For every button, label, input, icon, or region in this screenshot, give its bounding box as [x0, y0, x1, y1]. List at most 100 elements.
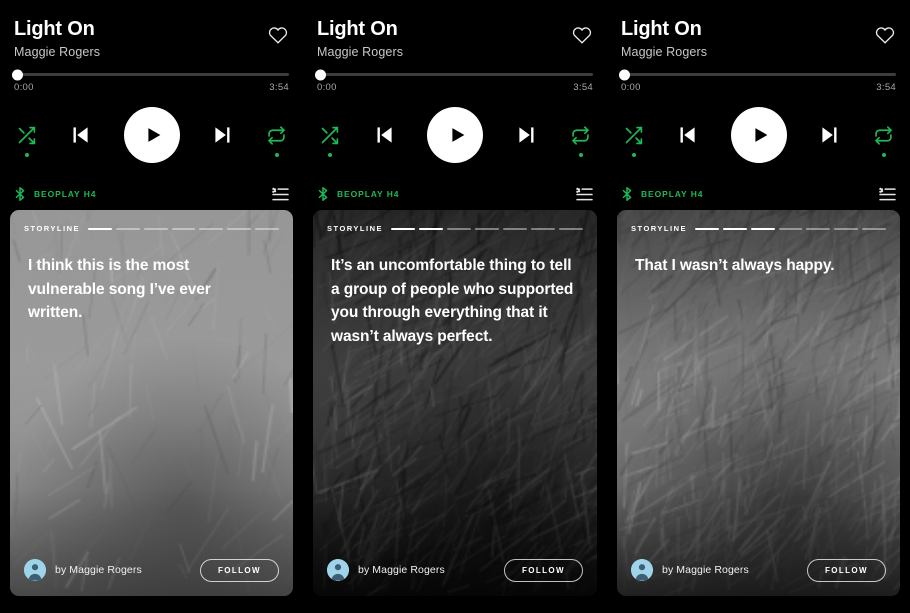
shuffle-button[interactable]: [319, 125, 340, 146]
storyline-segment[interactable]: [144, 228, 168, 230]
storyline-segment-bar[interactable]: [391, 228, 583, 230]
connected-device[interactable]: BEOPLAY H4: [621, 186, 703, 202]
storyline-segment[interactable]: [199, 228, 223, 230]
storyline-segment[interactable]: [475, 228, 499, 230]
follow-button[interactable]: FOLLOW: [200, 559, 279, 582]
heart-outline-icon[interactable]: [571, 24, 593, 46]
storyline-card[interactable]: STORYLINE It’s an uncomfortable thing to…: [313, 210, 597, 596]
previous-track-icon: [674, 122, 700, 148]
elapsed-time: 0:00: [14, 82, 34, 93]
storyline-label: STORYLINE: [24, 224, 80, 233]
storyline-segment[interactable]: [723, 228, 747, 230]
storyline-segment[interactable]: [751, 228, 775, 230]
storyline-segment[interactable]: [172, 228, 196, 230]
now-playing-player: Light On Maggie Rogers 0:00 3:54: [607, 0, 910, 204]
play-button[interactable]: [731, 107, 787, 163]
storyline-segment-bar[interactable]: [695, 228, 886, 230]
follow-button[interactable]: FOLLOW: [504, 559, 583, 582]
phone-screen-2: Light On Maggie Rogers 0:00 3:54: [303, 0, 607, 613]
playback-progress-bar[interactable]: 0:00 3:54: [317, 73, 593, 93]
heart-outline-icon[interactable]: [874, 24, 896, 46]
now-playing-player: Light On Maggie Rogers 0:00 3:54: [303, 0, 607, 204]
follow-button[interactable]: FOLLOW: [807, 559, 886, 582]
previous-track-button[interactable]: [674, 122, 700, 148]
device-name: BEOPLAY H4: [641, 189, 703, 199]
repeat-button[interactable]: [873, 125, 894, 146]
avatar-silhouette-icon: [631, 559, 653, 581]
device-row: BEOPLAY H4: [317, 184, 593, 204]
repeat-button[interactable]: [570, 125, 591, 146]
progress-knob[interactable]: [619, 69, 630, 80]
shuffle-button[interactable]: [623, 125, 644, 146]
playback-progress-bar[interactable]: 0:00 3:54: [14, 73, 289, 93]
queue-button[interactable]: [576, 187, 593, 202]
storyline-segment[interactable]: [531, 228, 555, 230]
next-track-icon: [817, 122, 843, 148]
track-title: Light On: [621, 18, 896, 40]
next-track-icon: [514, 122, 540, 148]
storyline-quote: I think this is the most vulnerable song…: [10, 254, 293, 325]
connected-device[interactable]: BEOPLAY H4: [14, 186, 96, 202]
phone-screen-1: Light On Maggie Rogers 0:00 3:54: [0, 0, 303, 613]
user-avatar-icon: [24, 559, 46, 581]
user-avatar-icon: [327, 559, 349, 581]
storyline-segment[interactable]: [391, 228, 415, 230]
playback-progress-bar[interactable]: 0:00 3:54: [621, 73, 896, 93]
progress-knob[interactable]: [12, 69, 23, 80]
progress-track[interactable]: [621, 73, 896, 76]
repeat-active-dot: [579, 153, 583, 157]
author-byline: by Maggie Rogers: [358, 564, 445, 576]
queue-button[interactable]: [879, 187, 896, 202]
storyline-card[interactable]: STORYLINE That I wasn’t always happy. by…: [617, 210, 900, 596]
transport-controls: [317, 106, 593, 164]
storyline-segment[interactable]: [779, 228, 803, 230]
shuffle-active-dot: [632, 153, 636, 157]
progress-times: 0:00 3:54: [14, 82, 289, 93]
storyline-segment[interactable]: [834, 228, 858, 230]
queue-button[interactable]: [272, 187, 289, 202]
connected-device[interactable]: BEOPLAY H4: [317, 186, 399, 202]
storyline-label: STORYLINE: [631, 224, 687, 233]
storyline-segment[interactable]: [806, 228, 830, 230]
next-track-button[interactable]: [817, 122, 843, 148]
storyline-segment[interactable]: [255, 228, 279, 230]
storyline-footer: by Maggie Rogers FOLLOW: [313, 544, 597, 596]
storyline-card[interactable]: STORYLINE I think this is the most vulne…: [10, 210, 293, 596]
shuffle-icon: [16, 125, 37, 146]
play-button[interactable]: [427, 107, 483, 163]
bluetooth-icon: [621, 186, 633, 202]
storyline-segment[interactable]: [419, 228, 443, 230]
storyline-segment[interactable]: [447, 228, 471, 230]
repeat-icon: [570, 125, 591, 146]
next-track-button[interactable]: [210, 122, 236, 148]
storyline-segment[interactable]: [116, 228, 140, 230]
progress-track[interactable]: [317, 73, 593, 76]
device-row: BEOPLAY H4: [621, 184, 896, 204]
track-title: Light On: [14, 18, 289, 40]
next-track-button[interactable]: [514, 122, 540, 148]
user-avatar-icon: [631, 559, 653, 581]
storyline-segment[interactable]: [503, 228, 527, 230]
storyline-header: STORYLINE: [10, 210, 293, 233]
storyline-segment[interactable]: [559, 228, 583, 230]
progress-track[interactable]: [14, 73, 289, 76]
progress-knob[interactable]: [315, 69, 326, 80]
previous-track-button[interactable]: [371, 122, 397, 148]
progress-times: 0:00 3:54: [317, 82, 593, 93]
total-duration: 3:54: [876, 82, 896, 93]
shuffle-button[interactable]: [16, 125, 37, 146]
shuffle-icon: [319, 125, 340, 146]
storyline-segment[interactable]: [862, 228, 886, 230]
storyline-segment[interactable]: [88, 228, 112, 230]
storyline-segment[interactable]: [695, 228, 719, 230]
previous-track-icon: [67, 122, 93, 148]
heart-outline-icon[interactable]: [267, 24, 289, 46]
storyline-author: by Maggie Rogers: [327, 559, 445, 581]
storyline-segment-bar[interactable]: [88, 228, 279, 230]
play-button[interactable]: [124, 107, 180, 163]
storyline-segment[interactable]: [227, 228, 251, 230]
elapsed-time: 0:00: [621, 82, 641, 93]
repeat-active-dot: [275, 153, 279, 157]
repeat-button[interactable]: [266, 125, 287, 146]
previous-track-button[interactable]: [67, 122, 93, 148]
